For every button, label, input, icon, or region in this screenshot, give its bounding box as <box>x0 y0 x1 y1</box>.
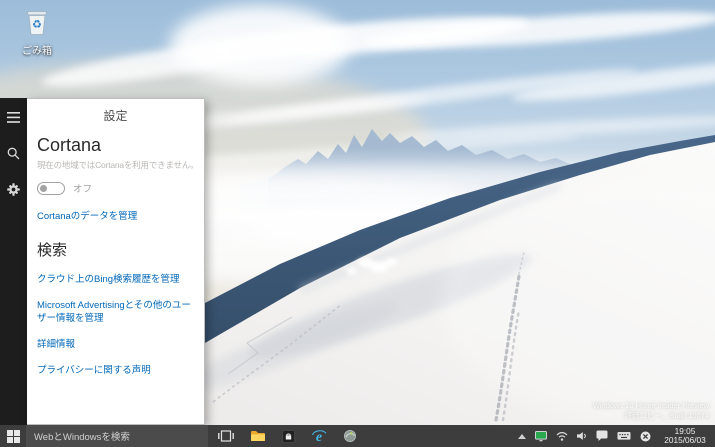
recycle-bin-label: ごみ箱 <box>10 42 64 57</box>
taskbar-pinned-icons: e <box>217 425 359 447</box>
file-explorer-button[interactable] <box>248 425 266 447</box>
more-info-link[interactable]: 詳細情報 <box>37 338 192 351</box>
internet-explorer-button[interactable]: e <box>310 425 328 447</box>
internet-explorer-icon: e <box>311 429 327 444</box>
ime-disabled-button[interactable] <box>640 425 651 447</box>
cortana-toggle-row: オフ <box>37 181 192 195</box>
monitor-green-icon <box>535 431 547 442</box>
cortana-toggle[interactable] <box>37 182 65 195</box>
speaker-icon <box>577 431 587 441</box>
task-view-button[interactable] <box>217 425 235 447</box>
store-button[interactable] <box>279 425 297 447</box>
system-tray: 19:05 2015/06/03 <box>518 425 715 447</box>
search-settings-flyout: 設定 Cortana 現在の地域ではCortanaを利用できません。 オフ Co… <box>0 98 205 425</box>
svg-text:♻: ♻ <box>32 18 42 31</box>
tray-app-button[interactable] <box>535 425 547 447</box>
circle-x-icon <box>640 431 651 442</box>
keyboard-icon <box>617 431 631 441</box>
watermark-line2: 評価コピー。Build 10074 <box>593 411 709 421</box>
start-button[interactable] <box>0 425 26 447</box>
svg-text:e: e <box>316 430 322 444</box>
cortana-section-title: Cortana <box>37 135 192 156</box>
globe-swirl-icon <box>343 429 357 443</box>
show-hidden-icons-button[interactable] <box>518 425 526 447</box>
cortana-unavailable-text: 現在の地域ではCortanaを利用できません。 <box>37 159 192 171</box>
hamburger-menu-button[interactable] <box>0 106 27 128</box>
flyout-nav-rail <box>0 98 27 425</box>
hamburger-icon <box>7 112 20 123</box>
toggle-state-label: オフ <box>73 181 92 195</box>
privacy-statement-link[interactable]: プライバシーに関する声明 <box>37 364 192 377</box>
panel-title: 設定 <box>27 99 204 126</box>
recycle-bin[interactable]: ♻ ごみ箱 <box>10 6 64 57</box>
chevron-up-icon <box>518 434 526 439</box>
gear-icon <box>7 183 20 196</box>
taskbar-clock[interactable]: 19:05 2015/06/03 <box>660 427 710 446</box>
comment-bubble-icon <box>596 430 608 442</box>
clock-date: 2015/06/03 <box>660 436 710 446</box>
volume-button[interactable] <box>577 425 587 447</box>
folder-icon <box>250 430 265 442</box>
network-button[interactable] <box>556 425 568 447</box>
manage-advertising-info-link[interactable]: Microsoft Advertisingとその他のユーザー情報を管理 <box>37 299 192 325</box>
manage-cortana-data-link[interactable]: Cortanaのデータを管理 <box>37 210 192 223</box>
touch-keyboard-button[interactable] <box>617 425 631 447</box>
wifi-icon <box>556 431 568 441</box>
recycle-bin-icon: ♻ <box>23 6 51 36</box>
task-view-icon <box>218 430 234 442</box>
toggle-knob <box>40 185 47 192</box>
spartan-browser-button[interactable] <box>341 425 359 447</box>
windows-logo-icon <box>7 430 20 443</box>
search-icon <box>7 147 20 160</box>
manage-bing-history-link[interactable]: クラウド上のBing検索履歴を管理 <box>37 273 192 286</box>
panel-content: Cortana 現在の地域ではCortanaを利用できません。 オフ Corta… <box>27 135 204 377</box>
action-center-button[interactable] <box>596 425 608 447</box>
settings-panel: 設定 Cortana 現在の地域ではCortanaを利用できません。 オフ Co… <box>27 98 205 425</box>
rail-settings-button[interactable] <box>0 178 27 200</box>
desktop-screen: ♻ ごみ箱 Windows 10 Home Insider Preview 評価… <box>0 0 715 447</box>
rail-search-button[interactable] <box>0 142 27 164</box>
search-box-placeholder: WebとWindowsを検索 <box>34 429 130 443</box>
watermark-line1: Windows 10 Home Insider Preview <box>593 401 709 411</box>
taskbar: WebとWindowsを検索 <box>0 425 715 447</box>
store-icon <box>282 430 295 443</box>
search-section-title: 検索 <box>37 239 192 260</box>
taskbar-search-box[interactable]: WebとWindowsを検索 <box>26 425 208 447</box>
build-watermark: Windows 10 Home Insider Preview 評価コピー。Bu… <box>593 401 709 421</box>
